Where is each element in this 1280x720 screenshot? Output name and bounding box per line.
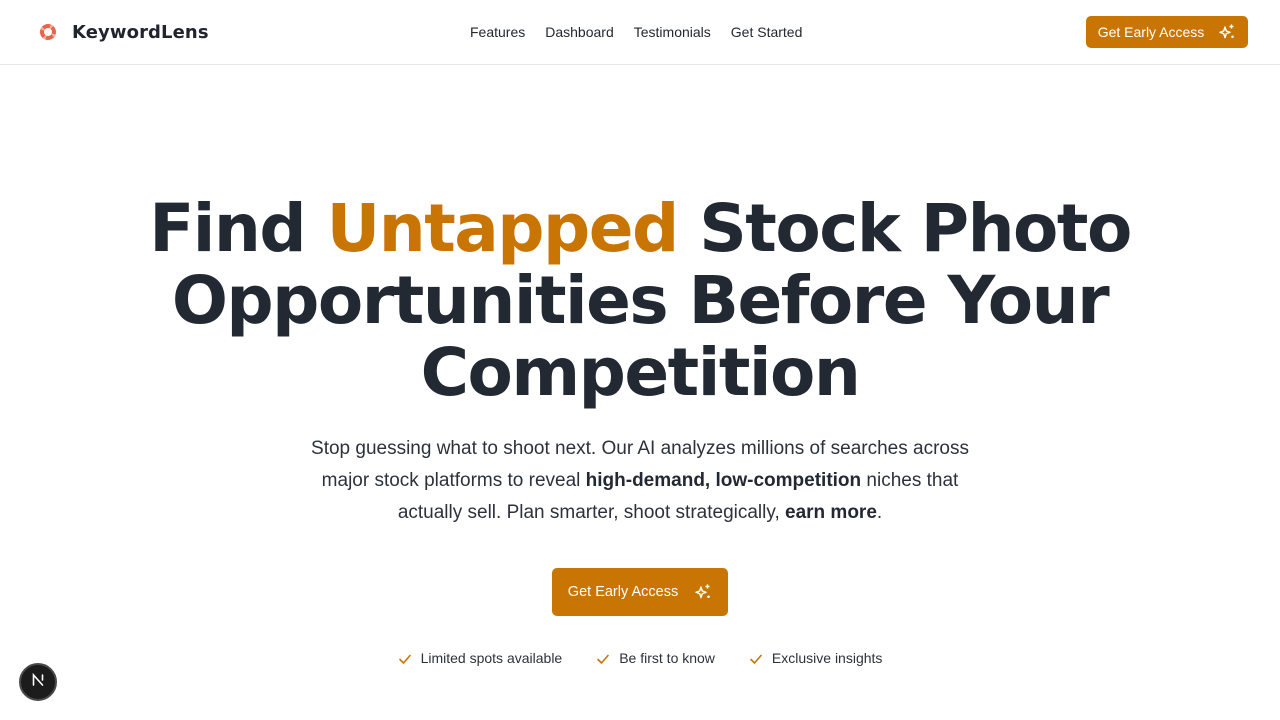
list-item: Be first to know xyxy=(596,648,715,668)
floating-action-button[interactable] xyxy=(19,663,57,701)
nav-get-started[interactable]: Get Started xyxy=(731,22,803,42)
landing-page: KeywordLens Features Dashboard Testimoni… xyxy=(0,0,1280,720)
feature-label: Be first to know xyxy=(619,650,715,666)
feature-label: Exclusive insights xyxy=(771,650,883,666)
hero-early-access-label: Get Early Access xyxy=(567,584,679,600)
feature-checklist: Limited spots available Be first to know… xyxy=(0,648,1280,668)
hero-title: Find Untapped Stock Photo Opportunities … xyxy=(0,193,1280,409)
site-header: KeywordLens Features Dashboard Testimoni… xyxy=(0,0,1280,65)
brand-name: KeywordLens xyxy=(72,21,209,43)
sparkles-icon xyxy=(1218,23,1236,41)
nav-testimonials[interactable]: Testimonials xyxy=(634,22,711,42)
hero-subtitle-part-3: . xyxy=(876,502,883,523)
hero-subtitle-bold-2: earn more xyxy=(785,502,877,523)
list-item: Limited spots available xyxy=(398,648,563,668)
nav-dashboard[interactable]: Dashboard xyxy=(545,22,614,42)
header-early-access-button[interactable]: Get Early Access xyxy=(1086,16,1248,48)
hero-subtitle: Stop guessing what to shoot next. Our AI… xyxy=(300,433,980,529)
hero-title-accent: Untapped xyxy=(326,190,680,267)
main-nav: Features Dashboard Testimonials Get Star… xyxy=(470,22,802,42)
check-icon xyxy=(596,651,610,665)
list-item: Exclusive insights xyxy=(749,648,883,668)
lifebuoy-icon xyxy=(38,22,58,42)
nav-features[interactable]: Features xyxy=(470,22,525,42)
check-icon xyxy=(398,651,412,665)
check-icon xyxy=(749,651,763,665)
hero-title-pre: Find xyxy=(149,190,327,267)
brand[interactable]: KeywordLens xyxy=(38,19,209,45)
hero-subtitle-bold-1: high-demand, low-competition xyxy=(585,470,862,491)
n-logo-icon xyxy=(30,672,46,692)
sparkles-icon xyxy=(694,583,712,601)
header-early-access-label: Get Early Access xyxy=(1097,24,1205,40)
hero-early-access-button[interactable]: Get Early Access xyxy=(552,568,728,616)
feature-label: Limited spots available xyxy=(420,650,563,666)
